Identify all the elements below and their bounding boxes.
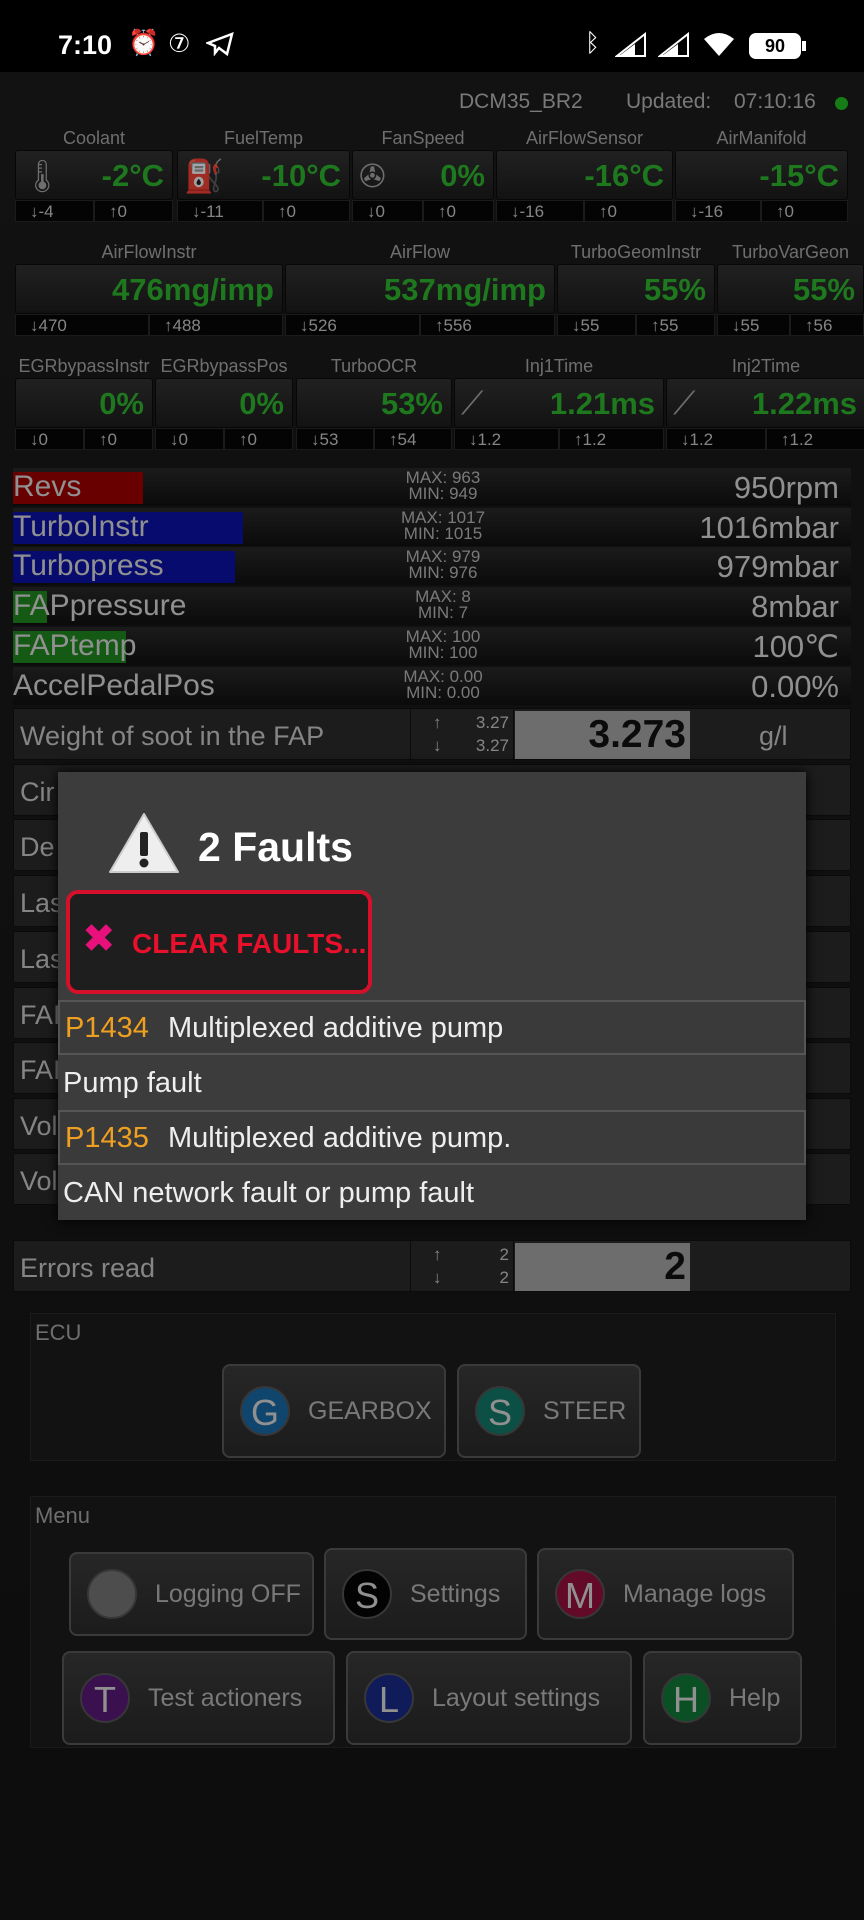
fault-detail-row: CAN network fault or pump fault — [58, 1165, 806, 1220]
warning-icon — [109, 813, 179, 873]
clear-faults-label: CLEAR FAULTS... — [132, 928, 367, 959]
signal-icon — [658, 32, 689, 57]
fault-title: Multiplexed additive pump — [168, 1012, 504, 1044]
battery-icon: 90 — [749, 33, 801, 59]
clear-faults-button[interactable]: ✖ CLEAR FAULTS... — [66, 890, 372, 994]
battery-level: 90 — [764, 36, 786, 56]
wifi-icon — [704, 33, 734, 56]
alarm-icon: ⏰ — [128, 29, 160, 57]
signal-icon — [615, 32, 646, 57]
seven-icon: ⑦ — [168, 30, 191, 58]
faults-dialog: 2 Faults ✖ CLEAR FAULTS... P1434 Multipl… — [58, 772, 806, 1220]
dialog-title: 2 Faults — [198, 824, 353, 870]
fault-code: P1434 — [65, 1012, 149, 1044]
fault-title: Multiplexed additive pump. — [168, 1122, 512, 1154]
fault-detail: CAN network fault or pump fault — [63, 1177, 475, 1209]
fault-detail: Pump fault — [63, 1067, 202, 1099]
status-bar: 7:10 ⏰ ⑦ ᛒ 90 — [0, 0, 864, 72]
telegram-icon — [206, 32, 234, 56]
fault-code-row[interactable]: P1435 Multiplexed additive pump. — [58, 1110, 806, 1165]
fault-code-row[interactable]: P1434 Multiplexed additive pump — [58, 1000, 806, 1055]
fault-detail-row: Pump fault — [58, 1055, 806, 1110]
status-time: 7:10 — [58, 30, 113, 60]
fault-code: P1435 — [65, 1122, 149, 1154]
bluetooth-icon: ᛒ — [585, 29, 601, 57]
battery-tip — [802, 41, 806, 51]
close-x-icon: ✖ — [82, 917, 116, 961]
